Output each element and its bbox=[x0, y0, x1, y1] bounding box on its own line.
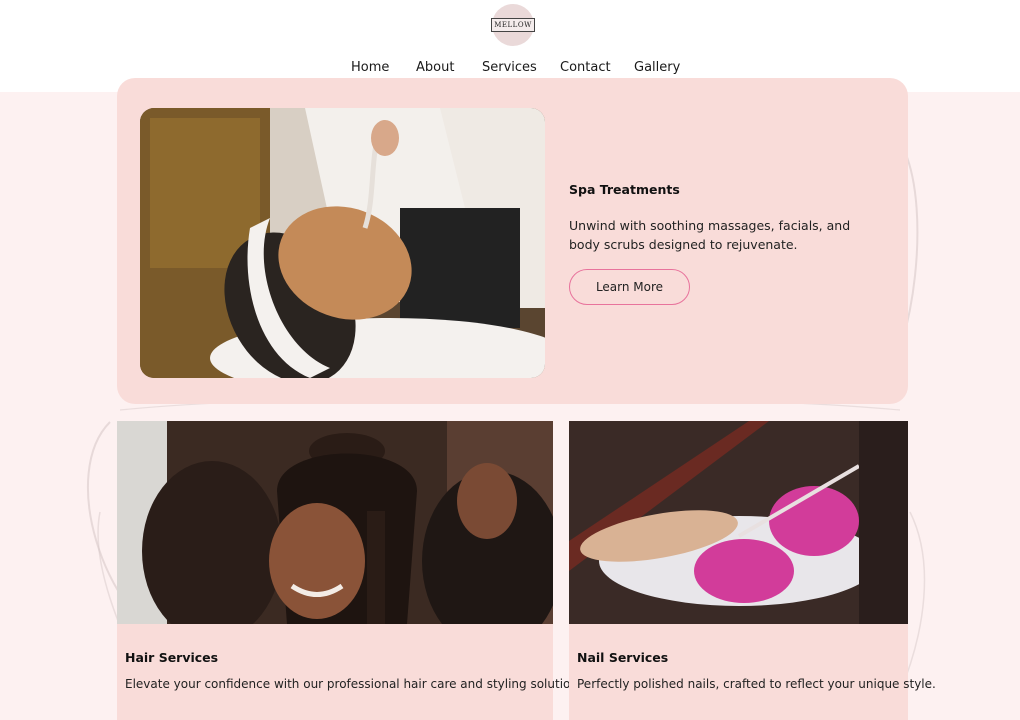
manicure-image bbox=[569, 421, 908, 624]
nav-services[interactable]: Services bbox=[482, 58, 537, 78]
learn-more-button[interactable]: Learn More bbox=[569, 269, 690, 305]
spa-description: Unwind with soothing massages, facials, … bbox=[569, 218, 851, 252]
spa-facial-image bbox=[140, 108, 545, 378]
nail-description: Perfectly polished nails, crafted to ref… bbox=[577, 677, 936, 691]
spa-title: Spa Treatments bbox=[569, 182, 680, 197]
hair-service-card: Hair Services Elevate your confidence wi… bbox=[117, 421, 588, 720]
nail-title: Nail Services bbox=[577, 650, 669, 665]
spa-service-card: Spa Treatments Unwind with soothing mass… bbox=[117, 78, 908, 404]
hair-title: Hair Services bbox=[125, 650, 219, 665]
braided-hair-image bbox=[117, 421, 553, 624]
nav-gallery[interactable]: Gallery bbox=[634, 58, 680, 78]
nail-service-card: Nail Services Perfectly polished nails, … bbox=[569, 421, 936, 720]
logo-text: MELLOW bbox=[491, 18, 535, 32]
nav-home[interactable]: Home bbox=[351, 58, 389, 78]
main-nav: Home About Services Contact Gallery bbox=[0, 58, 1020, 78]
hair-description: Elevate your confidence with our profess… bbox=[125, 677, 589, 691]
nav-contact[interactable]: Contact bbox=[560, 58, 611, 78]
nav-about[interactable]: About bbox=[416, 58, 454, 78]
brand-logo[interactable]: MELLOW bbox=[491, 4, 535, 46]
